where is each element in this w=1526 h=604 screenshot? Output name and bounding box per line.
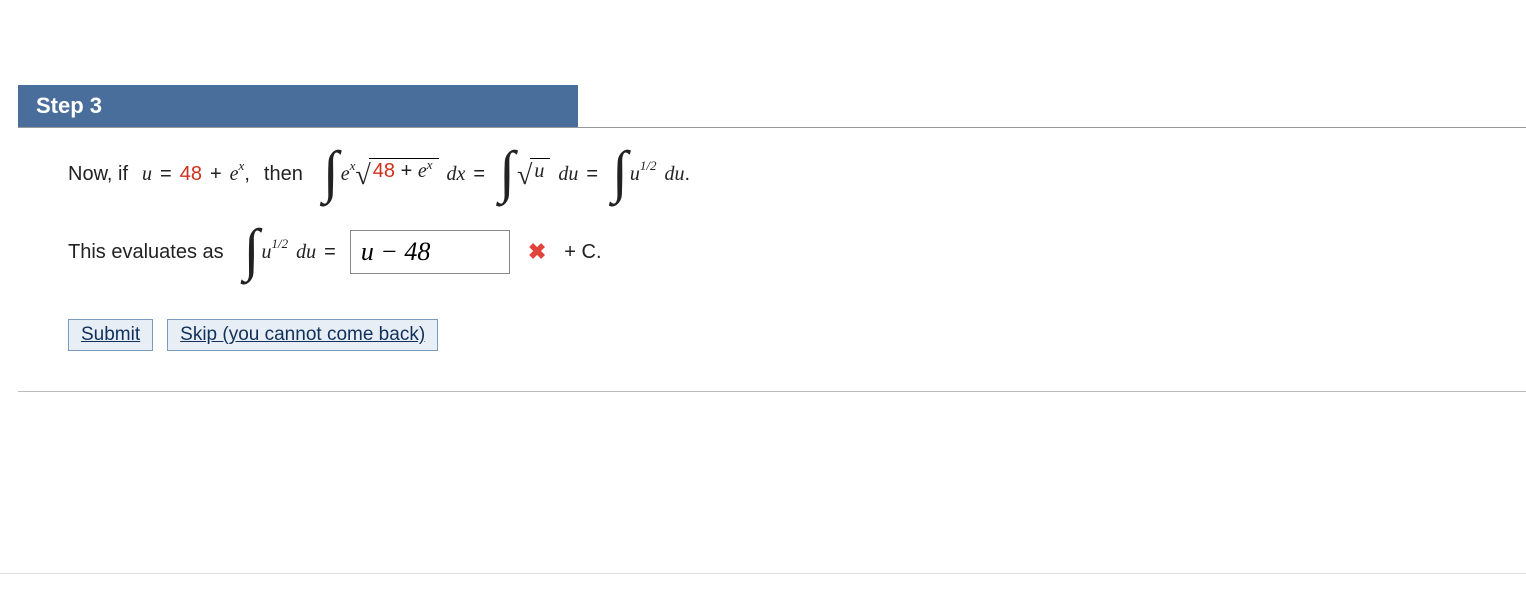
dx: dx (447, 163, 466, 186)
skip-button[interactable]: Skip (you cannot come back) (167, 319, 438, 351)
equals-sign-3: = (586, 163, 598, 186)
equals-sign-4: = (324, 241, 336, 264)
const-48-red-2: 48 (373, 160, 395, 182)
exp-half: 1/2 (640, 158, 657, 174)
du-3: du (296, 241, 316, 264)
step-body: Now, if u = 48 + ex , then ∫ ex √ (18, 127, 1526, 392)
plus-sign: + (210, 163, 222, 186)
plus-c: + C. (564, 241, 601, 264)
comma: , (244, 163, 250, 186)
radical-icon: √ (355, 160, 370, 192)
base-e: e (230, 163, 239, 186)
base-e-2: e (341, 163, 350, 186)
radicand-u: u (530, 158, 550, 183)
text-this-evaluates: This evaluates as (68, 241, 224, 264)
submit-button[interactable]: Submit (68, 319, 153, 351)
var-u-2: u (630, 163, 640, 186)
equals-sign: = (160, 163, 172, 186)
radicand: 48 + ex (369, 158, 439, 183)
plus-sign-2: + (401, 160, 418, 182)
exp-half-2: 1/2 (272, 236, 289, 252)
equation-line-1: Now, if u = 48 + ex , then ∫ ex √ (68, 158, 1526, 190)
u-half: u1/2 (630, 163, 657, 186)
period: . (685, 163, 691, 186)
footer-divider (0, 573, 1526, 574)
equals-sign-2: = (473, 163, 485, 186)
var-u: u (142, 163, 152, 186)
step-header: Step 3 (18, 85, 578, 127)
text-then: then (264, 163, 303, 186)
button-row: Submit Skip (you cannot come back) (68, 319, 1526, 351)
du-2: du (665, 163, 685, 186)
e-to-x: ex (230, 163, 245, 186)
text-now-if: Now, if (68, 163, 128, 186)
sqrt-48-plus-ex: √ 48 + ex (355, 158, 438, 190)
exp-x: x (239, 158, 245, 174)
equation-line-2: This evaluates as ∫ u1/2 du = ✖ + C. (68, 230, 1526, 274)
u-half-2: u1/2 (262, 241, 289, 264)
step-label: Step 3 (36, 93, 102, 118)
answer-input[interactable] (350, 230, 510, 274)
sqrt-u: √ u (517, 158, 550, 190)
du: du (558, 163, 578, 186)
e-to-x-2: ex (341, 163, 356, 186)
radical-icon-2: √ (517, 160, 532, 192)
var-u-3: u (262, 241, 272, 264)
e-to-x-3: ex (418, 160, 433, 182)
incorrect-icon: ✖ (528, 239, 546, 265)
const-48-red: 48 (180, 163, 202, 186)
